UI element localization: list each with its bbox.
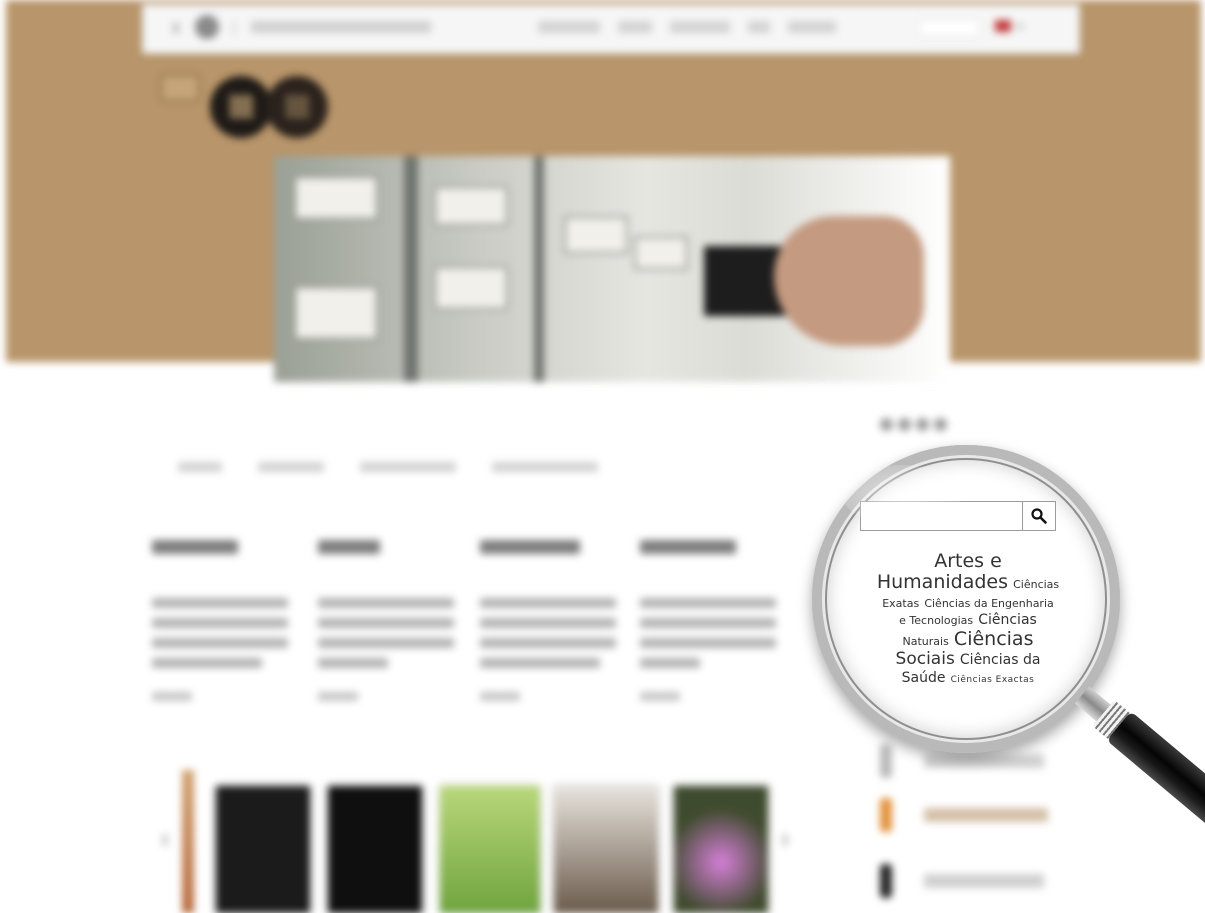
banner-column bbox=[534, 156, 544, 382]
side-tab bbox=[160, 74, 200, 102]
banner-column bbox=[404, 156, 418, 382]
tag-link[interactable]: Ciências bbox=[978, 612, 1037, 628]
news-line bbox=[480, 658, 600, 668]
tag-link[interactable]: e Tecnologias bbox=[899, 614, 973, 627]
top-menu bbox=[538, 21, 836, 33]
tag-link[interactable]: Artes e bbox=[934, 550, 1002, 572]
tag-link[interactable]: Ciências Exactas bbox=[951, 675, 1035, 685]
news-date bbox=[640, 692, 680, 701]
slider-dots bbox=[880, 418, 947, 431]
language-flag-icon bbox=[995, 20, 1011, 32]
carousel-edge bbox=[182, 770, 194, 913]
scene: Artes e Humanidades Ciências Exatas Ciên… bbox=[0, 0, 1205, 913]
news-line bbox=[318, 618, 454, 628]
sidebar-link-icon bbox=[880, 864, 892, 898]
news-line bbox=[640, 658, 700, 668]
publications-carousel bbox=[162, 770, 792, 913]
news-line bbox=[640, 618, 776, 628]
book-cover bbox=[674, 786, 768, 913]
book-cover bbox=[440, 786, 540, 913]
chevron-left-icon bbox=[162, 834, 168, 846]
tag-link[interactable]: Saúde bbox=[902, 670, 946, 686]
news-line bbox=[152, 658, 262, 668]
news-heading bbox=[480, 540, 580, 554]
slider-dot bbox=[934, 418, 947, 431]
banner-drawer bbox=[294, 286, 378, 340]
news-date bbox=[318, 692, 358, 701]
content-tabs bbox=[178, 462, 598, 472]
news-line bbox=[152, 598, 288, 608]
sidebar-link-text bbox=[924, 808, 1048, 822]
news-line bbox=[152, 638, 288, 648]
news-heading bbox=[318, 540, 380, 554]
banner-drawer bbox=[434, 266, 508, 310]
news-line bbox=[318, 658, 388, 668]
top-search-box bbox=[918, 19, 980, 37]
divider bbox=[233, 21, 235, 35]
tag-cloud: Artes e Humanidades Ciências Exatas Ciên… bbox=[852, 551, 1084, 687]
book-cover bbox=[216, 786, 310, 913]
news-item bbox=[152, 540, 288, 701]
lens-glare bbox=[842, 465, 962, 525]
news-date bbox=[152, 692, 192, 701]
sidebar-link-icon bbox=[880, 798, 892, 832]
tag-link[interactable]: Ciências bbox=[954, 628, 1034, 650]
banner-drawer bbox=[434, 186, 508, 226]
book-cover bbox=[328, 786, 422, 913]
top-menu-item bbox=[748, 21, 770, 33]
sidebar-link-text bbox=[924, 754, 1044, 768]
content-tab bbox=[492, 462, 598, 472]
logo-grid bbox=[230, 94, 254, 118]
news-heading bbox=[640, 540, 736, 554]
tag-link[interactable]: Ciências da Engenharia bbox=[924, 597, 1053, 610]
logo-grid bbox=[286, 94, 310, 118]
content-tab bbox=[178, 462, 222, 472]
chevron-down-icon bbox=[1017, 24, 1023, 29]
banner-drawer bbox=[564, 216, 628, 254]
news-line bbox=[480, 618, 616, 628]
news-line bbox=[318, 598, 454, 608]
tag-link[interactable]: Naturais bbox=[903, 635, 949, 648]
slider-dot bbox=[916, 418, 929, 431]
news-date bbox=[480, 692, 520, 701]
sidebar-link-text bbox=[924, 874, 1044, 888]
book-cover bbox=[554, 786, 658, 913]
news-heading bbox=[152, 540, 238, 554]
tag-link[interactable]: Humanidades bbox=[877, 571, 1008, 593]
news-item bbox=[640, 540, 776, 701]
tag-link[interactable]: Exatas bbox=[882, 597, 919, 610]
tag-link[interactable]: Ciências bbox=[1013, 578, 1059, 591]
logo bbox=[210, 76, 328, 138]
news-item bbox=[480, 540, 616, 701]
news-line bbox=[318, 638, 454, 648]
banner-drawer bbox=[634, 236, 688, 270]
content-tab bbox=[258, 462, 324, 472]
university-seal-icon bbox=[195, 15, 219, 39]
chevron-right-icon bbox=[782, 834, 788, 846]
back-arrow-icon bbox=[173, 23, 179, 33]
news-line bbox=[640, 598, 776, 608]
top-menu-item bbox=[618, 21, 652, 33]
site-title bbox=[251, 21, 431, 33]
news-line bbox=[640, 638, 776, 648]
top-menu-item bbox=[670, 21, 730, 33]
top-navigation-bar bbox=[142, 4, 1080, 54]
news-line bbox=[152, 618, 288, 628]
news-line bbox=[480, 598, 616, 608]
search-button[interactable] bbox=[1022, 502, 1055, 530]
news-line bbox=[480, 638, 616, 648]
slider-dot bbox=[880, 418, 893, 431]
tag-link[interactable]: Sociais bbox=[896, 649, 955, 669]
banner-drawer bbox=[294, 176, 378, 220]
top-menu-item bbox=[788, 21, 836, 33]
hero-banner-image bbox=[274, 156, 950, 382]
banner-hand bbox=[774, 216, 924, 346]
news-item bbox=[318, 540, 454, 701]
slider-dot bbox=[898, 418, 911, 431]
tag-link[interactable]: Ciências da bbox=[960, 652, 1041, 668]
top-menu-item bbox=[538, 21, 600, 33]
content-tab bbox=[360, 462, 456, 472]
search-icon bbox=[1031, 508, 1047, 524]
